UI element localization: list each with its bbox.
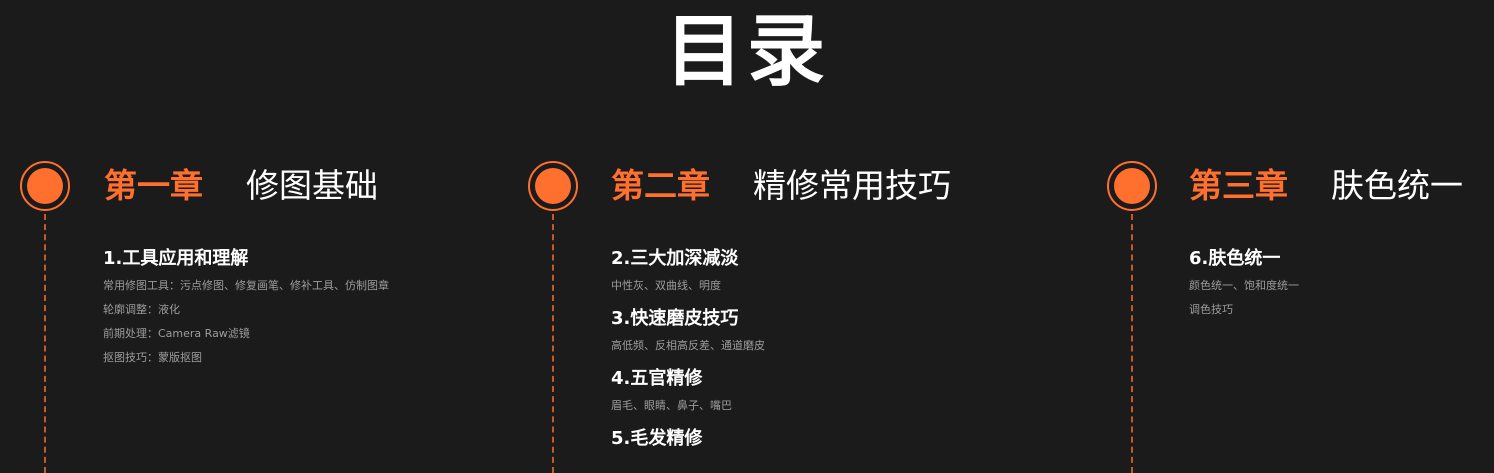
section-item: 3.快速磨皮技巧 高低频、反相高反差、通道磨皮 [611, 304, 765, 358]
section-item: 4.五官精修 眉毛、眼睛、鼻子、嘴巴 [611, 364, 765, 418]
section-title: 3.快速磨皮技巧 [611, 308, 739, 329]
section-title: 2.三大加深减淡 [611, 248, 739, 269]
section-title: 4.五官精修 [611, 368, 703, 389]
chapter-1: 第一章 修图基础 1.工具应用和理解 常用修图工具：污点修图、修复画笔、修补工具… [0, 0, 520, 473]
section-detail: 高低频、反相高反差、通道磨皮 [611, 339, 765, 352]
chapter-2-number: 第二章 [611, 166, 710, 205]
chapter-3-sections: 6.肤色统一 颜色统一、饱和度统一 调色技巧 [1189, 244, 1299, 328]
chapter-1-sections: 1.工具应用和理解 常用修图工具：污点修图、修复画笔、修补工具、仿制图章 轮廓调… [103, 244, 389, 376]
section-item: 2.三大加深减淡 中性灰、双曲线、明度 [611, 244, 765, 298]
chapter-2-sections: 2.三大加深减淡 中性灰、双曲线、明度 3.快速磨皮技巧 高低频、反相高反差、通… [611, 244, 765, 460]
chapter-2-timeline [552, 214, 554, 473]
chapter-2-circle-icon [528, 161, 578, 211]
section-item: 5.毛发精修 [611, 424, 765, 454]
chapter-3-name: 肤色统一 [1331, 166, 1463, 205]
chapter-1-name: 修图基础 [246, 166, 378, 205]
section-detail: 颜色统一、饱和度统一 [1189, 279, 1299, 292]
section-title: 6.肤色统一 [1189, 248, 1281, 269]
section-detail: 调色技巧 [1189, 303, 1233, 316]
section-detail: 中性灰、双曲线、明度 [611, 279, 721, 292]
chapter-3-number: 第三章 [1189, 166, 1288, 205]
chapter-3: 第三章 肤色统一 6.肤色统一 颜色统一、饱和度统一 调色技巧 [1086, 0, 1494, 473]
section-detail: 轮廓调整：液化 [103, 303, 180, 316]
section-title: 5.毛发精修 [611, 428, 703, 449]
section-item: 1.工具应用和理解 常用修图工具：污点修图、修复画笔、修补工具、仿制图章 轮廓调… [103, 244, 389, 370]
section-item: 6.肤色统一 颜色统一、饱和度统一 调色技巧 [1189, 244, 1299, 322]
chapter-1-circle-icon [20, 161, 70, 211]
chapter-2-name: 精修常用技巧 [753, 166, 951, 205]
section-detail: 眉毛、眼睛、鼻子、嘴巴 [611, 399, 732, 412]
chapter-1-timeline [44, 214, 46, 473]
section-detail: 前期处理：Camera Raw滤镜 [103, 327, 250, 340]
chapter-3-circle-icon [1107, 161, 1157, 211]
chapter-3-timeline [1131, 214, 1133, 473]
section-detail: 抠图技巧：蒙版抠图 [103, 351, 202, 364]
chapter-2: 第二章 精修常用技巧 2.三大加深减淡 中性灰、双曲线、明度 3.快速磨皮技巧 … [508, 0, 1068, 473]
chapter-1-number: 第一章 [104, 166, 203, 205]
section-title: 1.工具应用和理解 [103, 248, 249, 269]
section-detail: 常用修图工具：污点修图、修复画笔、修补工具、仿制图章 [103, 279, 389, 292]
